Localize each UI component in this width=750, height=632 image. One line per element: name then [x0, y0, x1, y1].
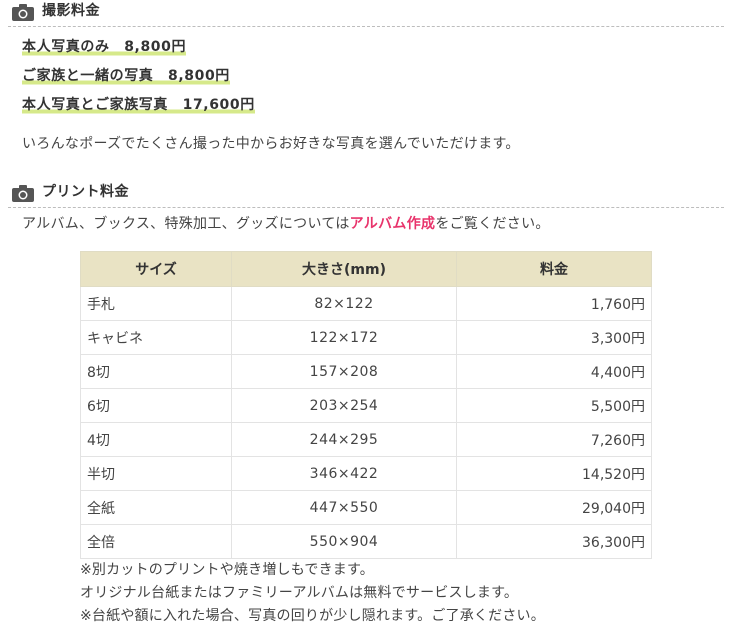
print-intro-after: をご覧ください。 [435, 216, 550, 232]
cell-size: 8切 [80, 354, 232, 389]
cell-price: 5,500円 [456, 388, 652, 423]
cell-price: 7,260円 [456, 422, 652, 457]
section-title-print-fee: プリント料金 [42, 184, 129, 200]
cell-size: 手札 [80, 286, 232, 321]
note-extra-prints: ※別カットのプリントや焼き増しもできます。 [80, 562, 374, 578]
table-row: キャビネ 122×172 3,300円 [80, 320, 652, 355]
price-line-self-and-family: 本人写真とご家族写真 17,600円 [22, 96, 255, 115]
table-row: 4切 244×295 7,260円 [80, 422, 652, 457]
cell-size: 全倍 [80, 524, 232, 559]
album-creation-link[interactable]: アルバム作成 [350, 216, 436, 232]
table-row: 半切 346×422 14,520円 [80, 456, 652, 491]
cell-size: 半切 [80, 456, 232, 491]
print-intro-before: アルバム、ブックス、特殊加工、グッズについては [22, 216, 350, 232]
cell-price: 4,400円 [456, 354, 652, 389]
cell-price: 3,300円 [456, 320, 652, 355]
shooting-description: いろんなポーズでたくさん撮った中からお好きな写真を選んでいただけます。 [22, 136, 520, 152]
camera-icon [12, 185, 34, 202]
table-row: 手札 82×122 1,760円 [80, 286, 652, 321]
table-header-row: サイズ 大きさ(mm) 料金 [80, 251, 652, 287]
price-line-self-only: 本人写真のみ 8,800円 [22, 38, 187, 57]
cell-dimensions: 157×208 [231, 354, 457, 389]
camera-icon [12, 4, 34, 21]
section-title-shooting-fee: 撮影料金 [42, 3, 100, 19]
header-dimensions: 大きさ(mm) [231, 251, 457, 287]
cell-price: 29,040円 [456, 490, 652, 525]
cell-dimensions: 550×904 [231, 524, 457, 559]
cell-dimensions: 203×254 [231, 388, 457, 423]
print-price-table: サイズ 大きさ(mm) 料金 手札 82×122 1,760円 キャビネ 122… [80, 251, 652, 559]
cell-price: 1,760円 [456, 286, 652, 321]
note-free-mount: オリジナル台紙またはファミリーアルバムは無料でサービスします。 [80, 585, 519, 601]
header-size: サイズ [80, 251, 232, 287]
cell-size: 6切 [80, 388, 232, 423]
cell-dimensions: 82×122 [231, 286, 457, 321]
cell-size: 全紙 [80, 490, 232, 525]
cell-price: 36,300円 [456, 524, 652, 559]
table-row: 6切 203×254 5,500円 [80, 388, 652, 423]
section-header-shooting-fee: 撮影料金 [8, 0, 724, 27]
table-row: 8切 157×208 4,400円 [80, 354, 652, 389]
section-header-print-fee: プリント料金 [8, 181, 724, 208]
cell-dimensions: 346×422 [231, 456, 457, 491]
cell-dimensions: 122×172 [231, 320, 457, 355]
table-row: 全倍 550×904 36,300円 [80, 524, 652, 559]
cell-dimensions: 447×550 [231, 490, 457, 525]
cell-price: 14,520円 [456, 456, 652, 491]
cell-size: キャビネ [80, 320, 232, 355]
price-line-with-family: ご家族と一緒の写真 8,800円 [22, 67, 230, 86]
table-row: 全紙 447×550 29,040円 [80, 490, 652, 525]
cell-dimensions: 244×295 [231, 422, 457, 457]
print-intro: アルバム、ブックス、特殊加工、グッズについてはアルバム作成をご覧ください。 [22, 215, 550, 233]
note-frame-cover: ※台紙や額に入れた場合、写真の回りが少し隠れます。ご了承ください。 [80, 608, 545, 624]
header-price: 料金 [456, 251, 652, 287]
cell-size: 4切 [80, 422, 232, 457]
